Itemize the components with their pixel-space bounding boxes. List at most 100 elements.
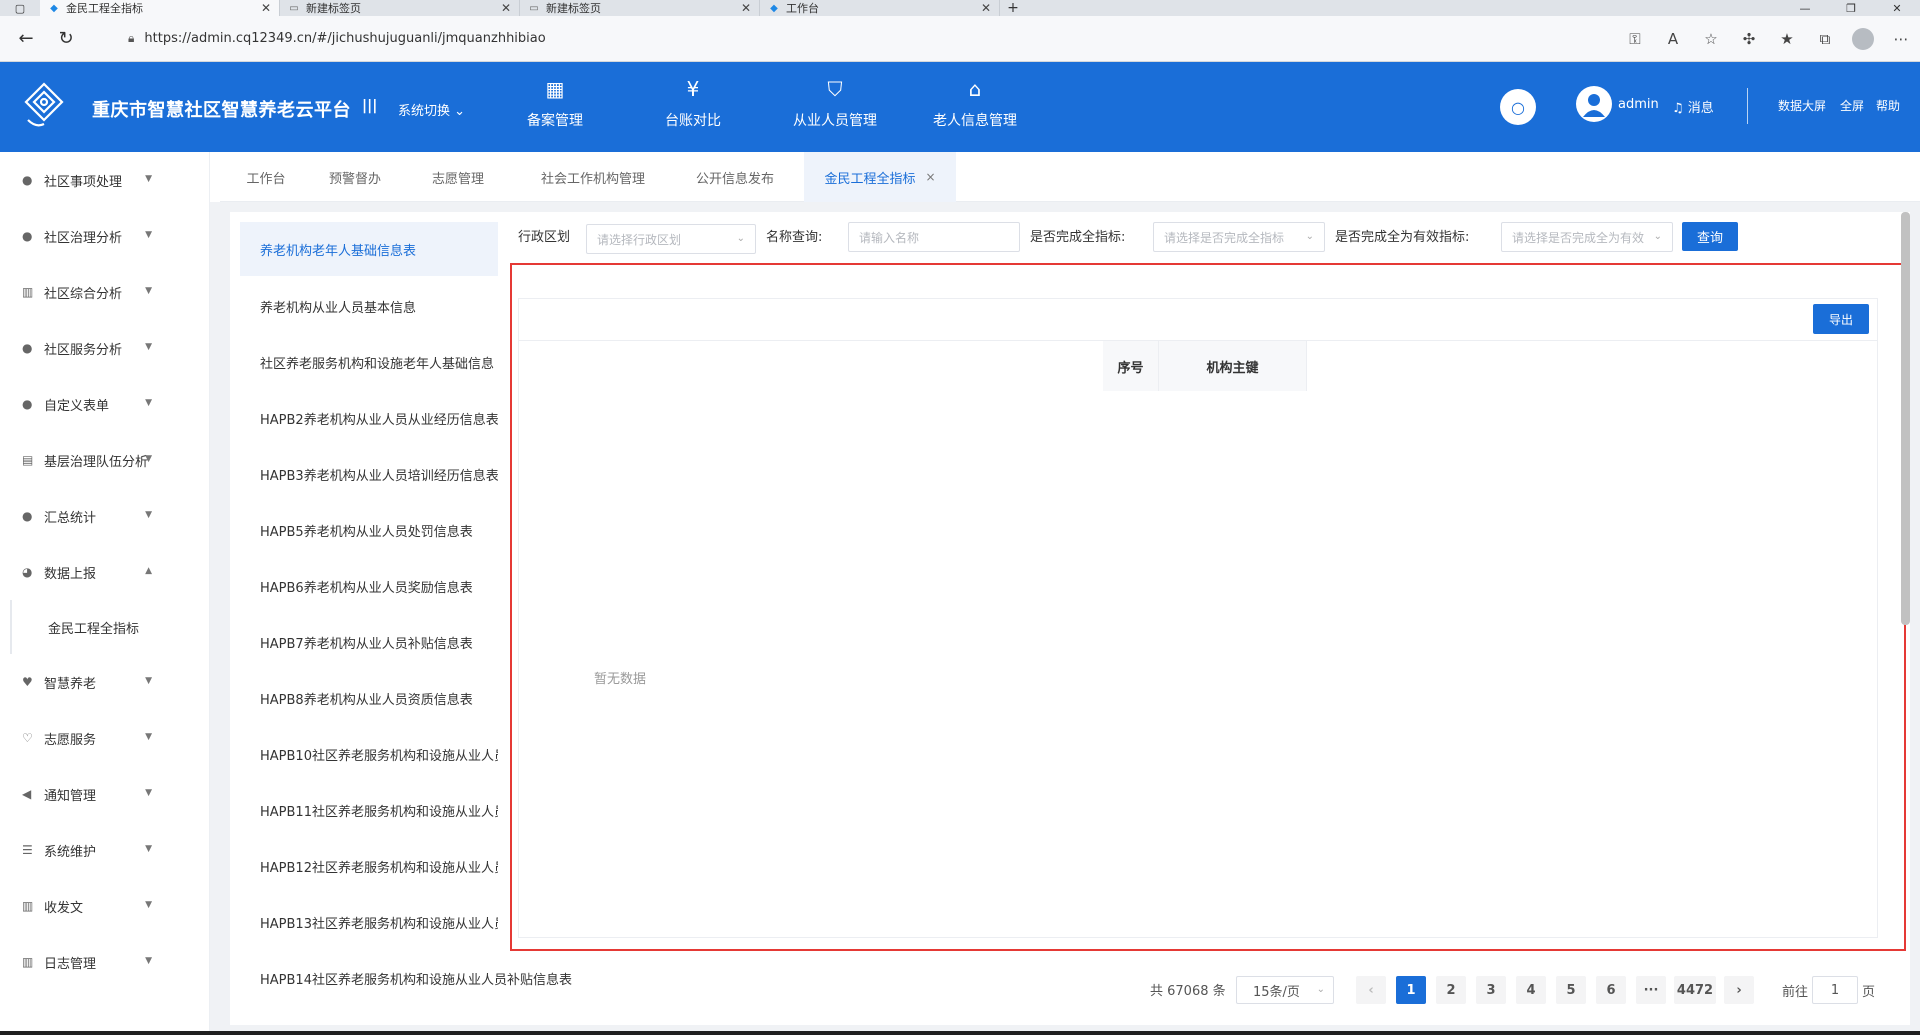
sidebar-item-custom-forms[interactable]: ● 自定义表单 ▼ bbox=[0, 376, 210, 432]
sidebar-item-data-report[interactable]: ◕ 数据上报 ▲ bbox=[0, 544, 210, 600]
table-list-item[interactable]: HAPB11社区养老服务机构和设施从业人员 bbox=[240, 783, 498, 837]
nav-ledger-compare[interactable]: ¥ 台账对比 bbox=[628, 74, 758, 130]
users-icon: ● bbox=[22, 341, 33, 355]
sidebar-item-summary-stats[interactable]: ● 汇总统计 ▼ bbox=[0, 488, 210, 544]
region-select[interactable]: 请选择行政区划 ⌄ bbox=[586, 224, 756, 254]
goto-page-input[interactable]: 1 bbox=[1812, 976, 1858, 1004]
page-button-last[interactable]: 4472 bbox=[1674, 976, 1716, 1004]
table-list-item[interactable]: HAPB12社区养老服务机构和设施从业人员 bbox=[240, 839, 498, 893]
caret-down-icon: ▼ bbox=[145, 510, 152, 520]
valid-label: 是否完成全为有效指标: bbox=[1335, 230, 1470, 245]
read-aloud-icon[interactable]: A bbox=[1654, 30, 1692, 48]
table-list-item[interactable]: 养老机构老年人基础信息表 bbox=[240, 222, 498, 276]
close-tab-icon[interactable]: ✕ bbox=[981, 1, 991, 15]
close-window-icon[interactable]: ✕ bbox=[1874, 0, 1920, 16]
close-tab-icon[interactable]: ✕ bbox=[741, 1, 751, 15]
favorite-star-icon[interactable]: ☆ bbox=[1692, 30, 1730, 48]
sidebar-item-smart-elderly[interactable]: ♥ 智慧养老 ▼ bbox=[0, 654, 210, 710]
favorites-list-icon[interactable]: ★ bbox=[1768, 30, 1806, 48]
table-list-item[interactable]: HAPB8养老机构从业人员资质信息表 bbox=[240, 671, 498, 725]
fullscreen-link[interactable]: 全屏 bbox=[1840, 97, 1864, 114]
page-scrollbar[interactable] bbox=[1901, 212, 1910, 625]
prev-page-icon[interactable]: ‹ bbox=[1356, 976, 1386, 1004]
menu-collapse-icon[interactable]: ||| bbox=[362, 98, 377, 114]
pagination-total: 共 67068 条 bbox=[1150, 984, 1226, 999]
tab-volunteer[interactable]: 志愿管理 bbox=[426, 152, 490, 202]
sidebar-item-system-maintenance[interactable]: ☰ 系统维护 ▼ bbox=[0, 822, 210, 878]
browser-tab-0[interactable]: ◆ 金民工程全指标 ✕ bbox=[40, 0, 280, 16]
page-button[interactable]: 1 bbox=[1396, 976, 1426, 1004]
sidebar-item-team-analysis[interactable]: ▤ 基层治理队伍分析 ▼ bbox=[0, 432, 210, 488]
messages-link[interactable]: ♫ 消息 bbox=[1672, 97, 1714, 116]
table-list-item[interactable]: HAPB2养老机构从业人员从业经历信息表 bbox=[240, 391, 498, 445]
page-size-select[interactable]: 15条/页 ⌄ bbox=[1236, 976, 1334, 1004]
table-list-item[interactable]: HAPB14社区养老服务机构和设施从业人员补贴信息表 bbox=[240, 951, 600, 1005]
browser-tab-2[interactable]: ▭ 新建标签页 ✕ bbox=[520, 0, 760, 16]
sidebar-item-notifications[interactable]: ◀ 通知管理 ▼ bbox=[0, 766, 210, 822]
tab-warning[interactable]: 预警督办 bbox=[322, 152, 388, 202]
collections-icon[interactable]: ⧉ bbox=[1806, 30, 1844, 48]
sidebar-subitem-jinmin[interactable]: 金民工程全指标 bbox=[10, 600, 210, 654]
search-icon[interactable]: ○ bbox=[1500, 89, 1536, 125]
close-tab-icon[interactable]: × bbox=[925, 170, 935, 184]
table-list-item[interactable]: HAPB7养老机构从业人员补贴信息表 bbox=[240, 615, 498, 669]
key-icon[interactable]: ⚿ bbox=[1616, 30, 1654, 48]
complete-label: 是否完成全指标: bbox=[1030, 230, 1126, 245]
tab-public-info[interactable]: 公开信息发布 bbox=[686, 152, 784, 202]
url-field[interactable]: 🔒︎ https://admin.cq12349.cn/#/jichushuju… bbox=[128, 31, 546, 46]
page-button[interactable]: 4 bbox=[1516, 976, 1546, 1004]
sidebar-item-governance-analysis[interactable]: ● 社区治理分析 ▼ bbox=[0, 208, 210, 264]
username[interactable]: admin bbox=[1618, 97, 1659, 112]
valid-select[interactable]: 请选择是否完成全为有效 ⌄ bbox=[1501, 222, 1673, 252]
next-page-icon[interactable]: › bbox=[1724, 976, 1754, 1004]
data-screen-link[interactable]: 数据大屏 bbox=[1778, 97, 1826, 114]
help-link[interactable]: 帮助 bbox=[1876, 97, 1900, 114]
table-list-item[interactable]: HAPB13社区养老服务机构和设施从业人员 bbox=[240, 895, 498, 949]
minimize-icon[interactable]: — bbox=[1782, 0, 1828, 16]
profile-avatar[interactable] bbox=[1852, 28, 1874, 50]
sidebar-item-documents[interactable]: ▥ 收发文 ▼ bbox=[0, 878, 210, 934]
page-button[interactable]: 6 bbox=[1596, 976, 1626, 1004]
tab-jinmin-active[interactable]: 金民工程全指标 × bbox=[804, 152, 956, 202]
books-icon: ▥ bbox=[22, 955, 34, 969]
table-list-item[interactable]: HAPB6养老机构从业人员奖励信息表 bbox=[240, 559, 498, 613]
sidebar-item-volunteer[interactable]: ♡ 志愿服务 ▼ bbox=[0, 710, 210, 766]
nav-staff-management[interactable]: ⛉ 从业人员管理 bbox=[770, 74, 900, 130]
new-tab-icon[interactable]: + bbox=[1000, 0, 1026, 16]
sidebar-item-service-analysis[interactable]: ● 社区服务分析 ▼ bbox=[0, 320, 210, 376]
browser-tab-3[interactable]: ◆ 工作台 ✕ bbox=[760, 0, 1000, 16]
table-list-item[interactable]: HAPB5养老机构从业人员处罚信息表 bbox=[240, 503, 498, 557]
table-list-item[interactable]: HAPB3养老机构从业人员培训经历信息表 bbox=[240, 447, 498, 501]
close-tab-icon[interactable]: ✕ bbox=[261, 1, 271, 15]
nav-filing-management[interactable]: ▦ 备案管理 bbox=[490, 74, 620, 130]
page-button[interactable]: 2 bbox=[1436, 976, 1466, 1004]
table-list-item[interactable]: HAPB10社区养老服务机构和设施从业人员 bbox=[240, 727, 498, 781]
complete-select[interactable]: 请选择是否完成全指标 ⌄ bbox=[1153, 222, 1325, 252]
lock-icon[interactable]: 🔒︎ bbox=[128, 31, 134, 46]
close-tab-icon[interactable]: ✕ bbox=[501, 1, 511, 15]
name-input[interactable]: 请输入名称 bbox=[848, 222, 1020, 252]
sidebar-item-community-affairs[interactable]: ● 社区事项处理 ▼ bbox=[0, 152, 210, 208]
table-list-item[interactable]: 养老机构从业人员基本信息 bbox=[240, 279, 498, 333]
table-list-item[interactable]: 社区养老服务机构和设施老年人基础信息 bbox=[240, 335, 498, 389]
restore-icon[interactable]: ❐ bbox=[1828, 0, 1874, 16]
nav-elder-info[interactable]: ⌂ 老人信息管理 bbox=[910, 74, 1040, 130]
tab-workbench[interactable]: 工作台 bbox=[236, 152, 296, 202]
sidebar-item-label: 自定义表单 bbox=[44, 398, 110, 414]
page-button[interactable]: 5 bbox=[1556, 976, 1586, 1004]
browser-tab-1[interactable]: ▭ 新建标签页 ✕ bbox=[280, 0, 520, 16]
sidebar-item-comprehensive-analysis[interactable]: ▥ 社区综合分析 ▼ bbox=[0, 264, 210, 320]
chevron-down-icon: ⌄ bbox=[1305, 231, 1314, 242]
tab-social-work[interactable]: 社会工作机构管理 bbox=[528, 152, 658, 202]
sidebar-item-logs[interactable]: ▥ 日志管理 ▼ bbox=[0, 934, 210, 990]
query-button[interactable]: 查询 bbox=[1682, 222, 1738, 251]
user-avatar[interactable] bbox=[1576, 86, 1612, 122]
refresh-icon[interactable]: ↻ bbox=[46, 28, 86, 49]
tab-actions-icon[interactable]: ▢ bbox=[0, 0, 40, 16]
back-icon[interactable]: ← bbox=[6, 28, 46, 49]
extensions-icon[interactable]: ✣ bbox=[1730, 30, 1768, 48]
system-switch-dropdown[interactable]: 系统切换 ⌄ bbox=[398, 100, 465, 119]
more-menu-icon[interactable]: ⋯ bbox=[1882, 30, 1920, 48]
page-ellipsis[interactable]: ··· bbox=[1636, 976, 1666, 1004]
page-button[interactable]: 3 bbox=[1476, 976, 1506, 1004]
